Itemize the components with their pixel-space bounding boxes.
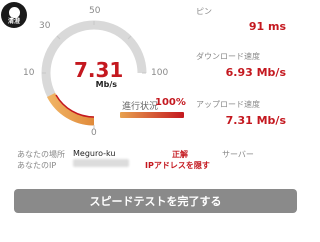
speed-value: 7.31 — [74, 58, 124, 82]
location-value: Meguro-ku — [73, 149, 116, 158]
progress-label: 進行状況 — [122, 102, 159, 112]
upload-label: アップロード速度 — [196, 100, 260, 109]
gauge-tick-label: 10 — [23, 68, 35, 78]
upload-value: 7.31 Mb/s — [225, 114, 286, 127]
correct-link[interactable]: 正解 — [172, 149, 188, 160]
ping-value: 91 ms — [248, 20, 286, 33]
ip-value-blurred — [73, 159, 129, 167]
download-label: ダウンロード速度 — [196, 52, 260, 61]
gauge-tick-label: 0 — [91, 128, 97, 138]
progress-percent: 100% — [155, 97, 186, 108]
gauge-tick-label: 50 — [89, 6, 101, 16]
server-label: サーバー — [222, 150, 254, 159]
location-label: あなたの場所 — [17, 150, 65, 159]
hide-ip-link[interactable]: IPアドレスを隠す — [145, 160, 210, 171]
gauge-tick-label: 30 — [39, 21, 51, 31]
download-value: 6.93 Mb/s — [225, 66, 286, 79]
ping-label: ピン — [196, 7, 212, 16]
progress-fill — [120, 112, 184, 118]
ip-label: あなたのIP — [17, 161, 57, 170]
speed-unit: Mb/s — [95, 80, 117, 89]
finish-test-button[interactable]: スピードテストを完了する — [14, 189, 297, 213]
gauge-tick-label: 100 — [151, 68, 169, 78]
progress-bar — [120, 112, 184, 118]
